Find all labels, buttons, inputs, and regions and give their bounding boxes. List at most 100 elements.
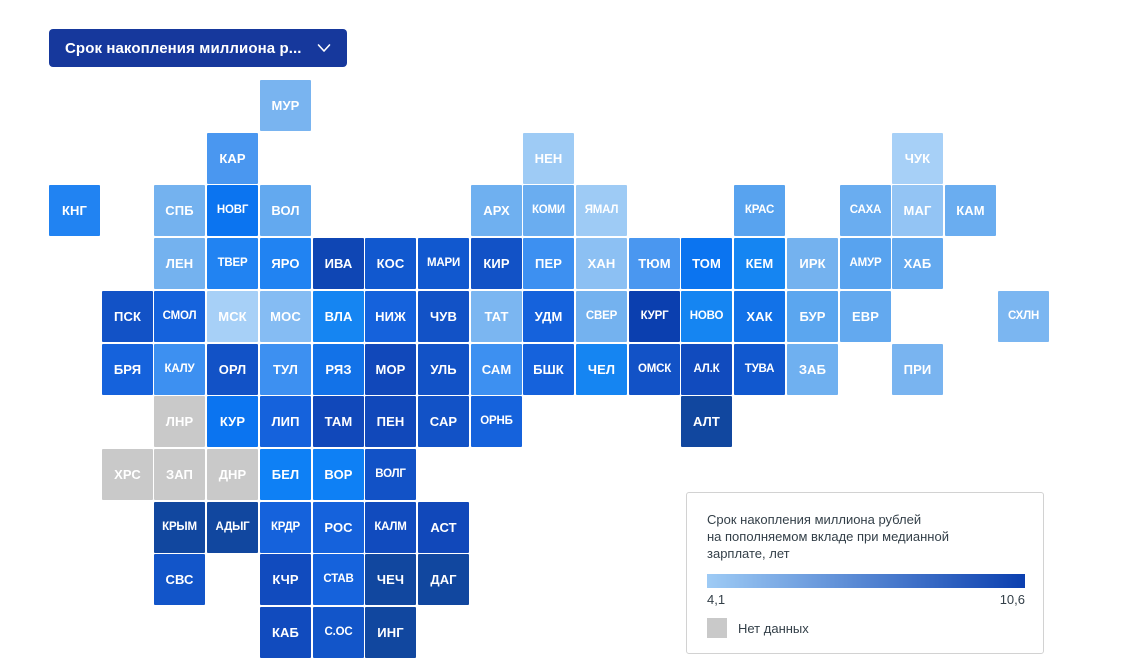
region-tile-ВОЛ[interactable]: ВОЛ xyxy=(260,185,311,236)
region-tile-КАМ[interactable]: КАМ xyxy=(945,185,996,236)
region-tile-ПЕР[interactable]: ПЕР xyxy=(523,238,574,289)
legend-color-gradient xyxy=(707,574,1025,588)
region-tile-ЗАП[interactable]: ЗАП xyxy=(154,449,205,500)
region-tile-БШК[interactable]: БШК xyxy=(523,344,574,395)
region-tile-ЗАБ[interactable]: ЗАБ xyxy=(787,344,838,395)
region-tile-МАРИ[interactable]: МАРИ xyxy=(418,238,469,289)
region-tile-ТУЛ[interactable]: ТУЛ xyxy=(260,344,311,395)
region-tile-СМОЛ[interactable]: СМОЛ xyxy=(154,291,205,342)
region-tile-label: КИР xyxy=(483,256,510,271)
region-tile-ЧЕЧ[interactable]: ЧЕЧ xyxy=(365,554,416,605)
region-tile-АСТ[interactable]: АСТ xyxy=(418,502,469,553)
region-tile-КРДР[interactable]: КРДР xyxy=(260,502,311,553)
region-tile-label: РОС xyxy=(324,520,353,535)
region-tile-КЧР[interactable]: КЧР xyxy=(260,554,311,605)
region-tile-АЛТ[interactable]: АЛТ xyxy=(681,396,732,447)
region-tile-ДНР[interactable]: ДНР xyxy=(207,449,258,500)
region-tile-БУР[interactable]: БУР xyxy=(787,291,838,342)
region-tile-МОС[interactable]: МОС xyxy=(260,291,311,342)
region-tile-АДЫГ[interactable]: АДЫГ xyxy=(207,502,258,553)
region-tile-СХЛН[interactable]: СХЛН xyxy=(998,291,1049,342)
region-tile-ИНГ[interactable]: ИНГ xyxy=(365,607,416,658)
region-tile-ЯМАЛ[interactable]: ЯМАЛ xyxy=(576,185,627,236)
region-tile-label: КАЛМ xyxy=(374,520,407,533)
region-tile-ЛИП[interactable]: ЛИП xyxy=(260,396,311,447)
region-tile-label: МОС xyxy=(270,309,301,324)
region-tile-ВЛА[interactable]: ВЛА xyxy=(313,291,364,342)
region-tile-НИЖ[interactable]: НИЖ xyxy=(365,291,416,342)
region-tile-ОРЛ[interactable]: ОРЛ xyxy=(207,344,258,395)
region-tile-КАЛМ[interactable]: КАЛМ xyxy=(365,502,416,553)
region-tile-label: ТВЕР xyxy=(217,256,248,269)
region-tile-КУР[interactable]: КУР xyxy=(207,396,258,447)
region-tile-КОМИ[interactable]: КОМИ xyxy=(523,185,574,236)
region-tile-НОВО[interactable]: НОВО xyxy=(681,291,732,342)
region-tile-label: ТАТ xyxy=(484,309,509,324)
region-tile-ТОМ[interactable]: ТОМ xyxy=(681,238,732,289)
region-tile-РОС[interactable]: РОС xyxy=(313,502,364,553)
region-tile-МАГ[interactable]: МАГ xyxy=(892,185,943,236)
region-tile-УЛЬ[interactable]: УЛЬ xyxy=(418,344,469,395)
region-tile-ХАК[interactable]: ХАК xyxy=(734,291,785,342)
region-tile-ЧУВ[interactable]: ЧУВ xyxy=(418,291,469,342)
region-tile-label: СПБ xyxy=(165,203,194,218)
region-tile-СВЕР[interactable]: СВЕР xyxy=(576,291,627,342)
region-tile-УДМ[interactable]: УДМ xyxy=(523,291,574,342)
region-tile-КАБ[interactable]: КАБ xyxy=(260,607,311,658)
region-tile-ОРНБ[interactable]: ОРНБ xyxy=(471,396,522,447)
region-tile-РЯЗ[interactable]: РЯЗ xyxy=(313,344,364,395)
region-tile-МУР[interactable]: МУР xyxy=(260,80,311,131)
region-tile-КРАС[interactable]: КРАС xyxy=(734,185,785,236)
region-tile-ПЕН[interactable]: ПЕН xyxy=(365,396,416,447)
region-tile-ЕВР[interactable]: ЕВР xyxy=(840,291,891,342)
region-tile-label: ЗАБ xyxy=(798,362,827,377)
region-tile-МОР[interactable]: МОР xyxy=(365,344,416,395)
region-tile-КЕМ[interactable]: КЕМ xyxy=(734,238,785,289)
region-tile-ВОР[interactable]: ВОР xyxy=(313,449,364,500)
region-tile-АМУР[interactable]: АМУР xyxy=(840,238,891,289)
region-tile-САХА[interactable]: САХА xyxy=(840,185,891,236)
region-tile-СВС[interactable]: СВС xyxy=(154,554,205,605)
region-tile-КРЫМ[interactable]: КРЫМ xyxy=(154,502,205,553)
region-tile-ПСК[interactable]: ПСК xyxy=(102,291,153,342)
region-tile-КУРГ[interactable]: КУРГ xyxy=(629,291,680,342)
region-tile-ТАМ[interactable]: ТАМ xyxy=(313,396,364,447)
region-tile-АЛ.К[interactable]: АЛ.К xyxy=(681,344,732,395)
region-tile-ХРС[interactable]: ХРС xyxy=(102,449,153,500)
region-tile-БРЯ[interactable]: БРЯ xyxy=(102,344,153,395)
region-tile-ИВА[interactable]: ИВА xyxy=(313,238,364,289)
region-tile-КНГ[interactable]: КНГ xyxy=(49,185,100,236)
region-tile-САР[interactable]: САР xyxy=(418,396,469,447)
region-tile-КАР[interactable]: КАР xyxy=(207,133,258,184)
region-tile-САМ[interactable]: САМ xyxy=(471,344,522,395)
region-tile-ЛЕН[interactable]: ЛЕН xyxy=(154,238,205,289)
region-tile-ЯРО[interactable]: ЯРО xyxy=(260,238,311,289)
region-tile-ЧЕЛ[interactable]: ЧЕЛ xyxy=(576,344,627,395)
region-tile-СПБ[interactable]: СПБ xyxy=(154,185,205,236)
region-tile-АРХ[interactable]: АРХ xyxy=(471,185,522,236)
region-tile-БЕЛ[interactable]: БЕЛ xyxy=(260,449,311,500)
region-tile-НЕН[interactable]: НЕН xyxy=(523,133,574,184)
region-tile-КАЛУ[interactable]: КАЛУ xyxy=(154,344,205,395)
region-tile-ТЮМ[interactable]: ТЮМ xyxy=(629,238,680,289)
region-tile-ИРК[interactable]: ИРК xyxy=(787,238,838,289)
region-tile-ХАБ[interactable]: ХАБ xyxy=(892,238,943,289)
region-tile-НОВГ[interactable]: НОВГ xyxy=(207,185,258,236)
region-tile-ДАГ[interactable]: ДАГ xyxy=(418,554,469,605)
region-tile-ЛНР[interactable]: ЛНР xyxy=(154,396,205,447)
region-tile-ЧУК[interactable]: ЧУК xyxy=(892,133,943,184)
region-tile-ТУВА[interactable]: ТУВА xyxy=(734,344,785,395)
region-tile-С.ОС[interactable]: С.ОС xyxy=(313,607,364,658)
region-tile-ПРИ[interactable]: ПРИ xyxy=(892,344,943,395)
region-tile-ОМСК[interactable]: ОМСК xyxy=(629,344,680,395)
region-tile-ВОЛГ[interactable]: ВОЛГ xyxy=(365,449,416,500)
region-tile-label: ВОЛГ xyxy=(375,467,406,480)
region-tile-СТАВ[interactable]: СТАВ xyxy=(313,554,364,605)
region-tile-КИР[interactable]: КИР xyxy=(471,238,522,289)
region-tile-ХАН[interactable]: ХАН xyxy=(576,238,627,289)
region-tile-КОС[interactable]: КОС xyxy=(365,238,416,289)
region-tile-МСК[interactable]: МСК xyxy=(207,291,258,342)
region-tile-ТВЕР[interactable]: ТВЕР xyxy=(207,238,258,289)
region-tile-ТАТ[interactable]: ТАТ xyxy=(471,291,522,342)
region-tile-label: ВОР xyxy=(324,467,353,482)
